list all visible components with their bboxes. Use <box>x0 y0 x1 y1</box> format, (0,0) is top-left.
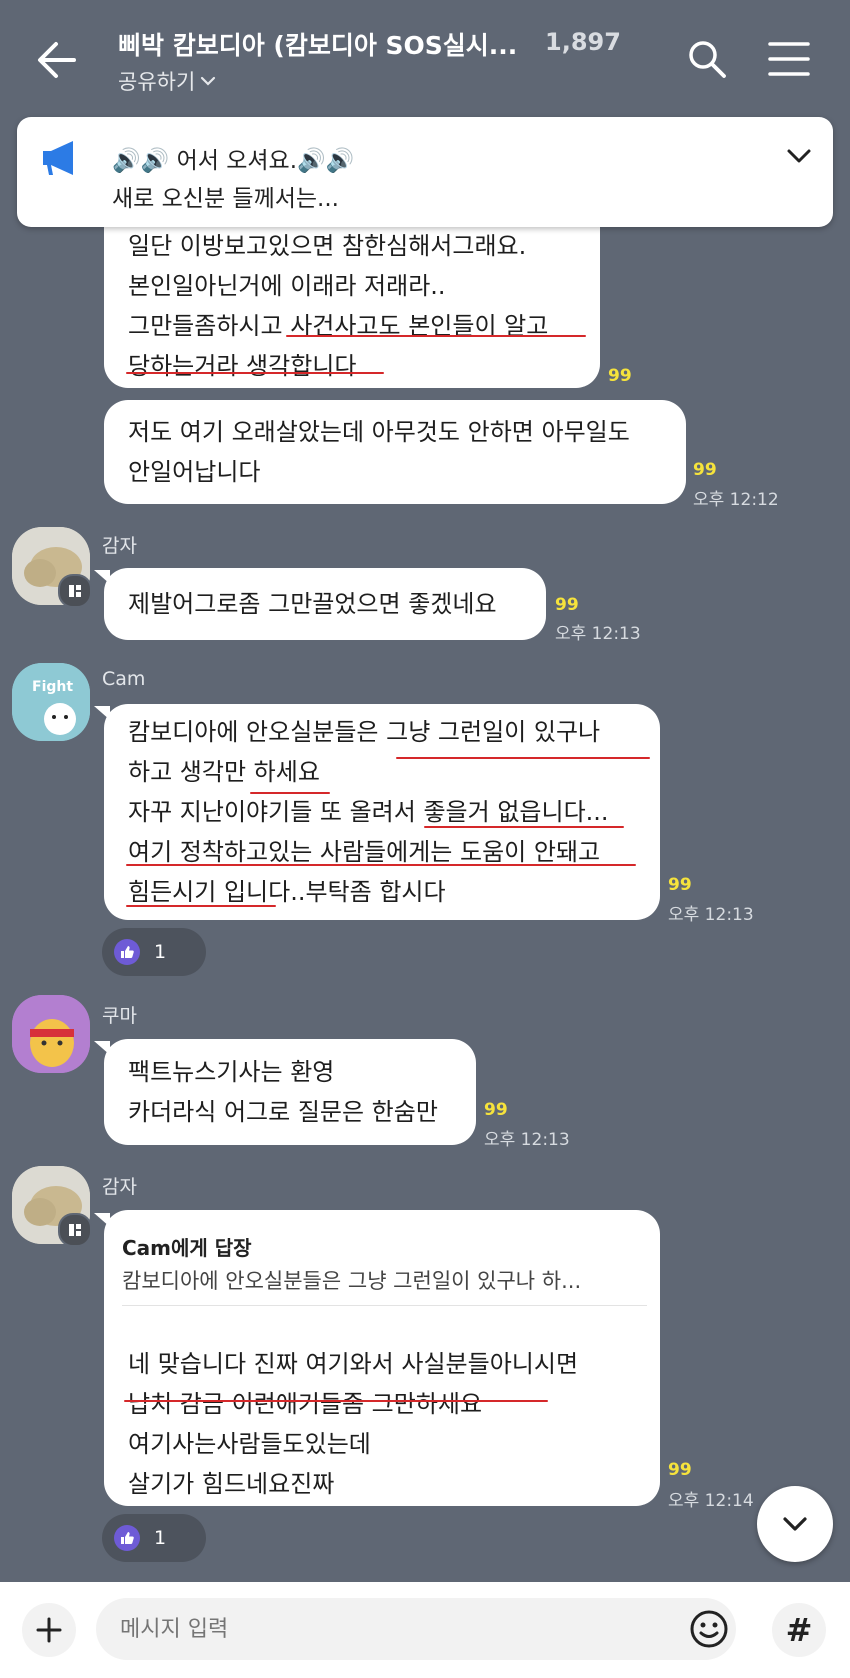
reply-divider <box>122 1305 647 1306</box>
read-count: 99 <box>693 460 717 480</box>
red-underline <box>424 826 624 828</box>
message-bubble[interactable]: 일단 이방보고있으면 참한심해서그래요. 본인일아닌거에 이래라 저래라.. 그… <box>104 200 600 388</box>
thumbs-up-icon <box>114 1525 140 1551</box>
red-underline <box>124 1400 548 1402</box>
red-underline <box>396 757 650 759</box>
message-line: 당하는거라 생각합니다 <box>128 352 357 380</box>
message-line: 안일어납니다 <box>128 458 261 486</box>
chevron-down-icon[interactable] <box>779 137 819 177</box>
sender-name: 쿠마 <box>102 1005 137 1027</box>
hashtag-button[interactable]: # <box>772 1603 826 1657</box>
plus-icon <box>36 1617 62 1643</box>
input-bar: # <box>0 1582 850 1678</box>
message-line: 일단 이방보고있으면 참한심해서그래요. <box>128 232 527 260</box>
profile-badge-icon <box>58 1213 92 1247</box>
profile-badge-icon <box>58 574 92 608</box>
avatar-label: Fight <box>32 679 74 695</box>
chevron-down-icon <box>201 76 216 86</box>
sender-name: 감자 <box>102 535 137 557</box>
plus-button[interactable] <box>22 1603 76 1657</box>
read-count: 99 <box>668 875 692 895</box>
message-input[interactable] <box>96 1598 736 1660</box>
member-count: 1,897 <box>545 28 621 56</box>
red-underline <box>286 335 586 337</box>
red-underline <box>126 372 384 374</box>
message-line: 본인일아닌거에 이래라 저래라.. <box>128 272 446 300</box>
like-reaction[interactable]: 1 <box>102 1514 206 1562</box>
message-bubble[interactable]: 저도 여기 오래살았는데 아무것도 안하면 아무일도 안일어납니다 <box>104 400 686 504</box>
thumbs-up-icon <box>114 939 140 965</box>
reply-quote[interactable]: 캄보디아에 안오실분들은 그냥 그런일이 있구나 하... <box>122 1265 581 1295</box>
message-line: 여기 정착하고있는 사람들에게는 도움이 안돼고 <box>128 838 601 866</box>
read-count: 99 <box>608 366 632 386</box>
red-underline <box>126 864 636 866</box>
timestamp: 오후 12:13 <box>555 624 641 644</box>
message-line: 그만들좀하시고 사건사고도 본인들이 알고 <box>128 312 549 340</box>
message-line: 카더라식 어그로 질문은 한숨만 <box>128 1098 438 1126</box>
sender-name: Cam <box>102 668 146 690</box>
reply-header[interactable]: Cam에게 답장 <box>122 1232 252 1261</box>
message-line: 여기사는사람들도있는데 <box>128 1430 371 1458</box>
message-line: 캄보디아에 안오실분들은 그냥 그런일이 있구나 <box>128 718 601 746</box>
scroll-to-bottom-button[interactable] <box>757 1486 833 1562</box>
search-icon[interactable] <box>684 36 730 82</box>
menu-icon[interactable] <box>766 36 812 82</box>
red-underline <box>250 792 330 794</box>
like-reaction[interactable]: 1 <box>102 928 206 976</box>
message-line: 팩트뉴스기사는 환영 <box>128 1058 335 1086</box>
back-arrow-icon[interactable] <box>30 32 86 88</box>
message-line: 살기가 힘드네요진짜 <box>128 1470 335 1498</box>
megaphone-icon <box>39 139 87 179</box>
timestamp: 오후 12:14 <box>668 1491 754 1511</box>
red-underline <box>126 905 276 907</box>
notice-preview: 새로 오신분 들께서는... <box>112 186 339 212</box>
chat-title[interactable]: 삐박 캄보디아 (캄보디아 SOS실시... <box>118 26 517 62</box>
chat-header: 삐박 캄보디아 (캄보디아 SOS실시... 1,897 공유하기 <box>0 0 850 105</box>
timestamp: 오후 12:13 <box>484 1130 570 1150</box>
message-line: 제발어그로좀 그만끌었으면 좋겠네요 <box>128 590 497 618</box>
timestamp: 오후 12:12 <box>693 490 779 510</box>
emoji-icon[interactable] <box>686 1606 732 1652</box>
read-count: 99 <box>668 1460 692 1480</box>
share-label: 공유하기 <box>118 70 196 94</box>
message-line: 네 맞습니다 진짜 여기와서 사실분들아니시면 <box>128 1350 579 1378</box>
avatar[interactable]: Fight <box>12 663 90 741</box>
notice-banner[interactable]: 🔊🔊 어서 오셔요.🔊🔊 새로 오신분 들께서는... <box>17 117 833 227</box>
timestamp: 오후 12:13 <box>668 905 754 925</box>
message-bubble[interactable]: 캄보디아에 안오실분들은 그냥 그런일이 있구나 하고 생각만 하세요 자꾸 지… <box>104 704 660 920</box>
chevron-down-icon <box>783 1517 807 1531</box>
notice-title: 🔊🔊 어서 오셔요.🔊🔊 <box>112 148 355 174</box>
sender-name: 감자 <box>102 1176 137 1198</box>
avatar[interactable] <box>12 995 90 1073</box>
message-bubble[interactable]: 팩트뉴스기사는 환영 카더라식 어그로 질문은 한숨만 <box>104 1039 476 1145</box>
read-count: 99 <box>484 1100 508 1120</box>
message-line: 납치 감금 이런애기들좀 그만하세요 <box>128 1390 483 1418</box>
message-line: 저도 여기 오래살았는데 아무것도 안하면 아무일도 <box>128 418 630 446</box>
message-bubble[interactable]: 제발어그로좀 그만끌었으면 좋겠네요 <box>104 568 546 640</box>
share-button[interactable]: 공유하기 <box>118 66 217 96</box>
reaction-count: 1 <box>154 941 167 963</box>
read-count: 99 <box>555 595 579 615</box>
reaction-count: 1 <box>154 1527 167 1549</box>
